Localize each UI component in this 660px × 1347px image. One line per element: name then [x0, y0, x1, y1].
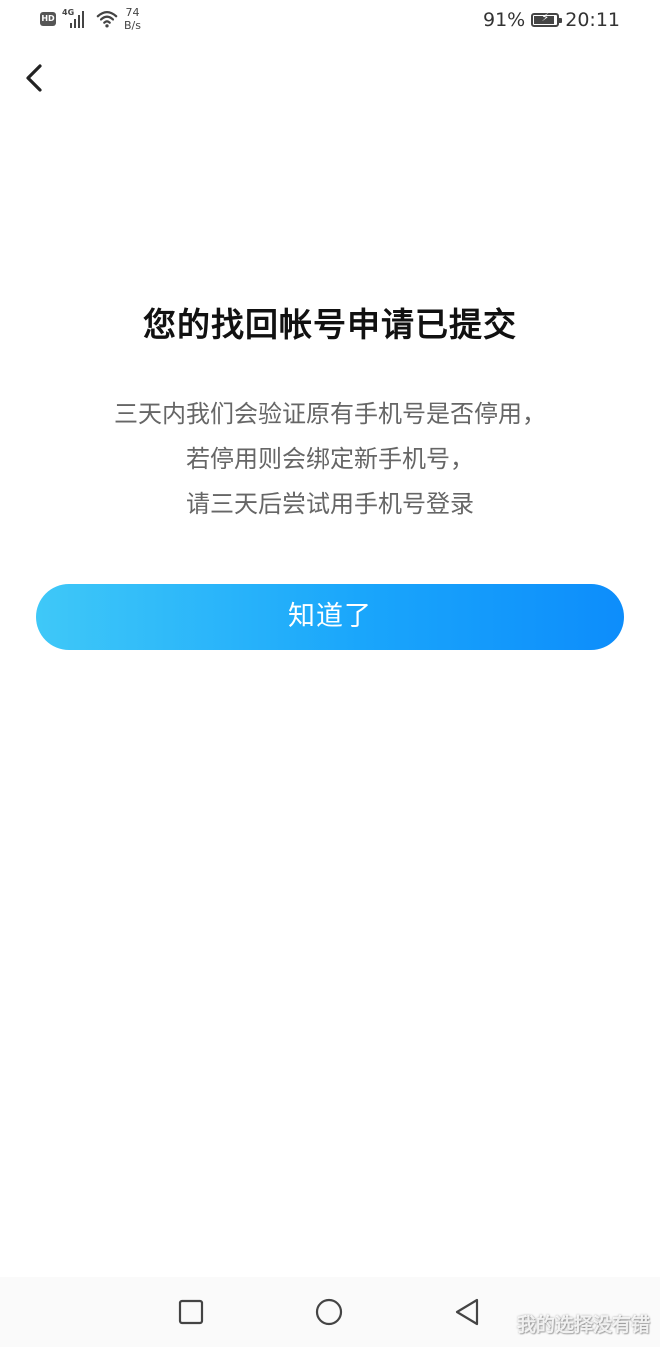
back-button[interactable]: [18, 58, 54, 98]
description-line: 请三天后尝试用手机号登录: [186, 490, 474, 518]
wifi-icon: [96, 11, 118, 28]
net-speed-unit: B/s: [124, 19, 141, 32]
description-line: 三天内我们会验证原有手机号是否停用，: [114, 400, 546, 428]
battery-percent: 91%: [483, 9, 526, 31]
status-left: HD 4G 74 B/s: [40, 6, 141, 32]
battery-icon: ⚡: [531, 11, 563, 27]
confirm-button[interactable]: 知道了: [36, 584, 624, 650]
back-triangle-icon[interactable]: [452, 1297, 482, 1327]
clock: 20:11: [565, 9, 620, 31]
status-right: 91% ⚡ 20:11: [483, 9, 620, 31]
description-line: 若停用则会绑定新手机号，: [186, 445, 474, 473]
chevron-left-icon: [26, 64, 42, 92]
hd-icon: HD: [40, 12, 56, 26]
page-title: 您的找回帐号申请已提交: [143, 305, 517, 344]
home-circle-icon[interactable]: [314, 1297, 344, 1327]
recents-square-icon[interactable]: [176, 1297, 206, 1327]
description: 三天内我们会验证原有手机号是否停用， 若停用则会绑定新手机号， 请三天后尝试用手…: [0, 392, 660, 527]
net-speed-value: 74: [125, 6, 140, 19]
watermark: 我的选择没有错: [516, 1314, 650, 1336]
signal-icon: 4G: [62, 6, 90, 28]
status-bar: HD 4G 74 B/s 91% ⚡ 20:11: [0, 0, 660, 42]
net-speed: 74 B/s: [124, 6, 141, 32]
